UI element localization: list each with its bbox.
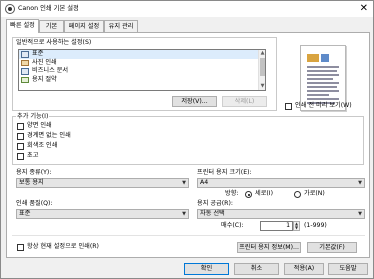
duplex-printing-checkbox[interactable]	[17, 123, 24, 130]
presets-listbox[interactable]: 표준 사진 인쇄 비즈니스 문서 용지 절약 ▲ ▼	[18, 49, 266, 91]
paper-source-label: 용지 공급(R):	[197, 200, 233, 207]
title-bar: Canon 인쇄 기본 설정 ✕	[1, 1, 373, 17]
list-item[interactable]: 용지 절약	[19, 76, 265, 85]
orientation-label: 방향:	[225, 190, 239, 197]
draft-checkbox[interactable]	[17, 153, 24, 160]
cancel-button[interactable]: 취소	[234, 263, 279, 275]
portrait-label: 세로(I)	[255, 190, 274, 197]
landscape-label: 가로(N)	[304, 190, 325, 197]
copies-input[interactable]: 1	[260, 221, 293, 231]
printer-paper-size-label: 프린터 용지 크기(E):	[197, 169, 252, 176]
document-icon	[21, 51, 29, 58]
paper-saving-icon	[21, 76, 29, 84]
copies-stepper[interactable]: ▲ ▼	[293, 221, 300, 231]
apply-button[interactable]: 적용(A)	[284, 263, 324, 275]
print-quality-label: 인쇄 품질(Q):	[16, 200, 53, 207]
portrait-radio[interactable]	[245, 191, 252, 198]
tab-quick-setup[interactable]: 빠른 설정	[6, 19, 39, 33]
printer-paper-info-button[interactable]: 프린터 용지 정보(M)...	[237, 242, 301, 253]
printer-paper-size-dropdown[interactable]: A4 ▼	[197, 178, 365, 188]
help-button[interactable]: 도움말	[328, 263, 368, 275]
media-type-dropdown[interactable]: 보통 용지 ▼	[16, 178, 189, 188]
printer-app-icon	[5, 4, 15, 14]
preview-text-line	[307, 86, 337, 88]
preview-text-line	[307, 70, 337, 72]
additional-features-label: 추가 기능(I)	[16, 113, 50, 121]
delete-preset-button[interactable]: 삭제(L)	[222, 96, 267, 107]
preview-before-printing-label: 인쇄 전 미리 보기(W)	[295, 102, 352, 109]
duplex-printing-label: 양면 인쇄	[27, 122, 52, 129]
preview-text-line	[307, 82, 339, 84]
preview-image-block	[307, 54, 319, 62]
window-title: Canon 인쇄 기본 설정	[18, 5, 79, 12]
print-quality-dropdown[interactable]: 표준 ▼	[16, 209, 189, 219]
preview-text-line	[307, 66, 339, 68]
close-icon[interactable]: ✕	[360, 2, 368, 15]
ok-button[interactable]: 확인	[184, 263, 229, 275]
preview-text-line	[307, 90, 339, 92]
chevron-down-icon: ▼	[358, 211, 362, 217]
scroll-up-arrow-icon[interactable]: ▲	[259, 50, 265, 57]
tab-page-setup[interactable]: 페이지 설정	[64, 20, 104, 32]
chevron-down-icon: ▼	[358, 180, 362, 186]
preview-text-line	[307, 78, 333, 80]
divider	[12, 235, 365, 236]
landscape-radio[interactable]	[294, 191, 301, 198]
chevron-down-icon: ▼	[182, 211, 186, 217]
print-preferences-window: Canon 인쇄 기본 설정 ✕ 빠른 설정 기본 페이지 설정 유지 관리 일…	[0, 0, 374, 279]
defaults-button[interactable]: 기본값(F)	[307, 242, 357, 253]
additional-features-group	[12, 116, 364, 165]
copies-range-label: (1-999)	[304, 222, 327, 229]
list-item[interactable]: 사진 인쇄	[19, 59, 265, 68]
preview-text-line	[307, 74, 339, 76]
preview-text-line	[307, 94, 329, 96]
presets-label: 일반적으로 사용하는 설정(S)	[16, 39, 92, 46]
scroll-thumb[interactable]	[260, 58, 265, 76]
list-item[interactable]: 표준	[19, 50, 265, 59]
business-document-icon	[21, 68, 29, 75]
always-print-current-settings-checkbox[interactable]	[17, 244, 24, 251]
save-preset-button[interactable]: 저장(V)...	[172, 96, 217, 107]
grayscale-printing-checkbox[interactable]	[17, 143, 24, 150]
borderless-printing-checkbox[interactable]	[17, 133, 24, 140]
preview-before-printing-checkbox[interactable]	[285, 103, 292, 110]
stepper-down-icon[interactable]: ▼	[294, 226, 299, 230]
paper-source-dropdown[interactable]: 자동 선택 ▼	[197, 209, 365, 219]
chevron-down-icon: ▼	[182, 180, 186, 186]
always-print-current-settings-label: 항상 현재 설정으로 인쇄(R)	[27, 243, 99, 250]
draft-label: 초고	[27, 152, 39, 159]
borderless-printing-label: 경계면 없는 인쇄	[27, 132, 71, 139]
photo-icon	[21, 59, 29, 67]
tab-main[interactable]: 기본	[39, 20, 64, 32]
grayscale-printing-label: 회색조 인쇄	[27, 142, 58, 149]
copies-label: 매수(C):	[221, 222, 244, 229]
presets-scrollbar[interactable]: ▲ ▼	[258, 50, 265, 90]
media-type-label: 용지 종류(Y):	[16, 169, 52, 176]
preview-text-line	[307, 98, 339, 100]
tab-maintenance[interactable]: 유지 관리	[104, 20, 138, 32]
list-item[interactable]: 비즈니스 문서	[19, 67, 265, 76]
scroll-down-arrow-icon[interactable]: ▼	[259, 83, 265, 90]
quick-setup-panel: 일반적으로 사용하는 설정(S) 표준 사진 인쇄 비즈니스 문서 용지 절약 …	[6, 32, 370, 258]
preview-image-block	[321, 54, 329, 62]
